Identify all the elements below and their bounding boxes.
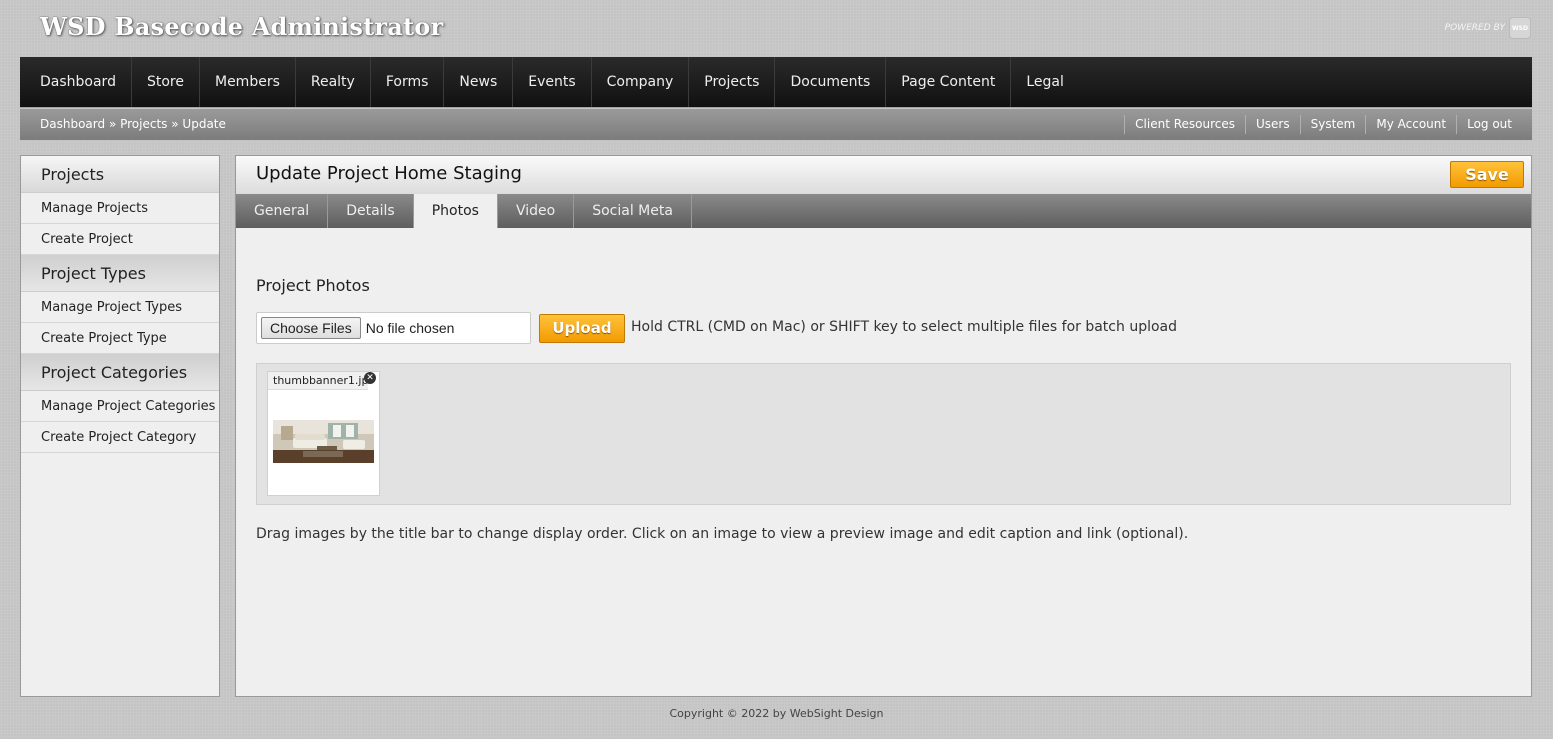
file-input[interactable]: Choose Files No file chosen	[256, 312, 531, 344]
choose-files-button[interactable]: Choose Files	[261, 317, 361, 339]
nav-item-store[interactable]: Store	[132, 57, 200, 107]
nav-item-page-content[interactable]: Page Content	[886, 57, 1012, 107]
photo-title-bar[interactable]: thumbbanner1.jpg	[268, 372, 368, 390]
footer-copyright: Copyright © 2022 by WebSight Design	[669, 707, 884, 720]
remove-photo-icon[interactable]: ✕	[364, 372, 376, 384]
log-out-link[interactable]: Log out	[1456, 115, 1522, 134]
sidebar-item-create-project[interactable]: Create Project	[21, 224, 219, 255]
tab-bar: General Details Photos Video Social Meta	[236, 194, 1531, 228]
tab-social-meta[interactable]: Social Meta	[574, 194, 692, 228]
breadcrumb-dashboard[interactable]: Dashboard	[40, 117, 105, 131]
powered-by-label: POWERED BY	[1444, 23, 1505, 33]
users-link[interactable]: Users	[1245, 115, 1300, 134]
upload-hint: Hold CTRL (CMD on Mac) or SHIFT key to s…	[631, 319, 1177, 335]
sidebar-item-manage-projects[interactable]: Manage Projects	[21, 193, 219, 224]
tab-general[interactable]: General	[236, 194, 329, 228]
client-resources-link[interactable]: Client Resources	[1124, 115, 1245, 134]
sidebar-heading-project-types: Project Types	[21, 255, 219, 292]
page-title: Update Project Home Staging	[256, 163, 522, 184]
section-title: Project Photos	[256, 276, 370, 295]
system-link[interactable]: System	[1299, 115, 1366, 134]
sidebar-item-manage-project-types[interactable]: Manage Project Types	[21, 292, 219, 323]
powered-by: POWERED BY WSD	[1445, 17, 1531, 39]
breadcrumb-current: Update	[182, 117, 226, 131]
nav-item-legal[interactable]: Legal	[1011, 57, 1079, 107]
nav-item-documents[interactable]: Documents	[775, 57, 887, 107]
sidebar-heading-projects: Projects	[21, 156, 219, 193]
content-header: Update Project Home Staging Save	[236, 156, 1531, 194]
tab-details[interactable]: Details	[328, 194, 414, 228]
app-title: WSD Basecode Administrator	[40, 12, 444, 41]
sidebar-item-create-project-type[interactable]: Create Project Type	[21, 323, 219, 354]
breadcrumb-separator: »	[108, 117, 117, 131]
nav-item-projects[interactable]: Projects	[689, 57, 776, 107]
content-panel: Update Project Home Staging Save General…	[235, 155, 1532, 697]
breadcrumb: Dashboard » Projects » Update	[40, 109, 226, 140]
breadcrumb-projects[interactable]: Projects	[120, 117, 167, 131]
file-status: No file chosen	[365, 320, 455, 336]
photo-list: thumbbanner1.jpg ✕	[256, 363, 1511, 505]
save-button[interactable]: Save	[1450, 161, 1524, 188]
tab-video[interactable]: Video	[498, 194, 575, 228]
nav-item-realty[interactable]: Realty	[296, 57, 371, 107]
sidebar: Projects Manage Projects Create Project …	[20, 155, 220, 697]
main-nav: Dashboard Store Members Realty Forms New…	[20, 57, 1532, 108]
sidebar-item-manage-project-categories[interactable]: Manage Project Categories	[21, 391, 219, 422]
nav-item-forms[interactable]: Forms	[371, 57, 445, 107]
tab-photos[interactable]: Photos	[413, 194, 498, 228]
sidebar-item-create-project-category[interactable]: Create Project Category	[21, 422, 219, 453]
nav-item-members[interactable]: Members	[200, 57, 296, 107]
sub-nav-bar: Dashboard » Projects » Update Client Res…	[20, 109, 1532, 140]
nav-item-dashboard[interactable]: Dashboard	[25, 57, 132, 107]
utility-links: Client Resources Users System My Account…	[1124, 115, 1522, 134]
upload-button[interactable]: Upload	[539, 314, 625, 343]
nav-item-news[interactable]: News	[444, 57, 514, 107]
nav-item-company[interactable]: Company	[592, 57, 690, 107]
photo-item[interactable]: thumbbanner1.jpg ✕	[267, 371, 380, 496]
drag-instructions: Drag images by the title bar to change d…	[256, 526, 1189, 542]
wsd-logo-icon: WSD	[1509, 17, 1531, 39]
photo-thumbnail[interactable]	[273, 420, 374, 463]
breadcrumb-separator: »	[171, 117, 179, 131]
nav-item-events[interactable]: Events	[513, 57, 592, 107]
my-account-link[interactable]: My Account	[1365, 115, 1456, 134]
sidebar-heading-project-categories: Project Categories	[21, 354, 219, 391]
